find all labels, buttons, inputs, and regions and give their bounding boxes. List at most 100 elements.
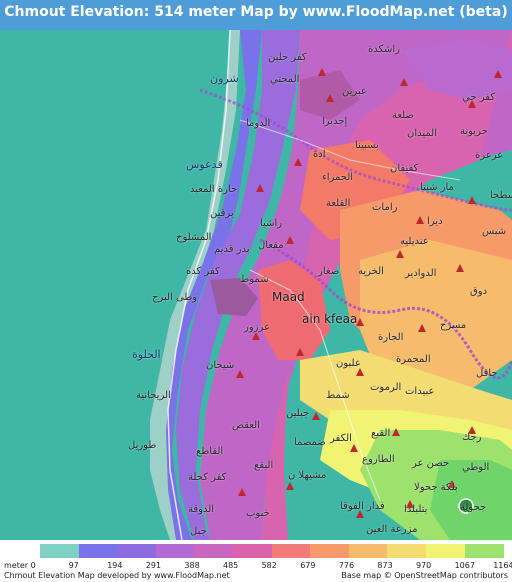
place-label: جبل (190, 526, 207, 537)
place-label: حاقل (476, 368, 498, 379)
place-label: شرون (210, 72, 239, 85)
place-label: Maad (272, 290, 305, 304)
place-label: شبس (482, 226, 507, 237)
place-label: مشيهلا ن (288, 470, 327, 481)
place-label: وطى البرج (152, 292, 198, 303)
place-label: الوطي (462, 462, 490, 473)
place-label: الرموت (370, 382, 402, 393)
place-label: شمط (326, 390, 350, 401)
place-label: حريونة (460, 126, 488, 137)
place-label: دوق (470, 286, 488, 297)
legend-swatch (310, 544, 350, 558)
place-label: سطحا (490, 190, 512, 201)
place-label: القبع (371, 428, 391, 439)
place-label: الجارة (378, 332, 404, 343)
place-label: كفر كده (186, 266, 220, 277)
legend-tick-label: 582 (261, 561, 277, 570)
legend-tick-label: 97 (68, 561, 79, 570)
legend-swatch (348, 544, 388, 558)
legend-tick-label: 388 (184, 561, 200, 570)
place-label: المحتي (270, 74, 300, 85)
place-label: إجدبرا (322, 116, 348, 127)
place-label: البقع (254, 460, 274, 471)
legend-tick-label: 679 (300, 561, 316, 570)
legend-swatch (387, 544, 427, 558)
elevation-map[interactable]: كفر حلبن راشكدة كفر حي شرون المحتي عبرين الدوم… (0, 30, 512, 540)
place-label: الميدان (407, 128, 437, 139)
place-label: شيحان (206, 360, 235, 371)
place-label: طوريل (128, 440, 157, 451)
legend-tick-label: 1067 (454, 561, 475, 570)
place-label: ديرا (427, 216, 443, 227)
elevation-legend: meter 0 97 194 291 388 485 582 679 776 873 970 106… (0, 540, 512, 582)
legend-swatch (155, 544, 195, 558)
place-label: مار شنتا (420, 182, 454, 193)
legend-swatch (271, 544, 311, 558)
place-label: عنديليه (400, 236, 429, 247)
place-label: مسرح (440, 320, 467, 331)
place-label: كفيفان (390, 163, 419, 174)
place-label: حارة المعبد (190, 184, 238, 195)
legend-swatch (78, 544, 118, 558)
legend-tick-label: 776 (338, 561, 355, 570)
map-title: Chmout Elevation: 514 meter Map by www.F… (4, 4, 508, 20)
place-label: راشكدة (368, 44, 400, 55)
place-label: فدار الفوقا (340, 501, 385, 512)
place-label: قدعوس (186, 158, 223, 171)
place-label: راشيا (260, 218, 283, 229)
place-label: القاطع (196, 446, 224, 457)
place-label: الحلوة (132, 348, 161, 361)
place-label: القلعة (326, 198, 351, 209)
place-label: كفر حي (462, 92, 496, 103)
place-label: جبلين (286, 408, 310, 419)
place-label: عبرين (342, 86, 367, 97)
place-label: الدوما (246, 118, 271, 129)
title-bar: Chmout Elevation: 514 meter Map by www.F… (0, 0, 512, 30)
legend-swatch (233, 544, 272, 558)
credit-openstreetmap[interactable]: Base map © OpenStreetMap contributors (341, 571, 508, 580)
legend-tick-label: 291 (145, 561, 162, 570)
place-label: رجك (462, 432, 482, 443)
place-label: الطاروع (362, 454, 395, 465)
place-label: الكفر (330, 433, 352, 444)
credit-floodmap[interactable]: Chmout Elevation Map developed by www.Fl… (4, 571, 230, 580)
place-label: العقص (232, 420, 260, 431)
place-label: حصن عر (412, 458, 450, 469)
place-label: صغار (318, 266, 340, 277)
place-label: مقعال (258, 240, 284, 251)
place-label: الخريه (358, 266, 384, 277)
legend-tick-label: 1164 (493, 561, 512, 570)
place-label: عبيدات (405, 386, 435, 397)
legend-swatch (117, 544, 157, 558)
place-label: عرزور (244, 322, 270, 333)
legend-swatch (194, 544, 234, 558)
place-label: عرعرة (475, 150, 504, 161)
legend-tick-label: 970 (416, 561, 432, 570)
place-label: ain kfeaa (302, 312, 358, 326)
legend-unit-label: meter 0 (4, 561, 36, 570)
place-label: الريحانية (136, 390, 171, 401)
legend-swatch (40, 544, 79, 558)
legend-tick-label: 485 (223, 561, 239, 570)
place-label: برقين (210, 208, 234, 219)
place-label: خبوب (246, 508, 270, 519)
place-label: شموط (240, 274, 269, 285)
legend-swatch (426, 544, 465, 558)
place-label: كفر حلبن (268, 52, 307, 63)
place-label: ضمصما (294, 437, 326, 448)
place-label: بدر قديم (214, 244, 250, 255)
place-label: رامات (372, 202, 398, 213)
place-label: كفر كحلة (188, 472, 227, 483)
place-label: بسبينا (355, 140, 379, 151)
legend-tick-label: 873 (377, 561, 393, 570)
place-label: جحولة (460, 502, 487, 513)
place-label: المشلوح (176, 232, 212, 243)
place-label: الدوقة (188, 504, 215, 515)
place-label: بلكة جحولا (414, 482, 458, 493)
place-label: بتلبلدا (404, 504, 428, 515)
place-label: الدوادير (405, 268, 437, 279)
place-label: المحمرة (396, 354, 431, 365)
place-label: علبون (336, 358, 361, 369)
place-label: صلعة (392, 110, 414, 121)
legend-tick-label: 194 (107, 561, 123, 570)
